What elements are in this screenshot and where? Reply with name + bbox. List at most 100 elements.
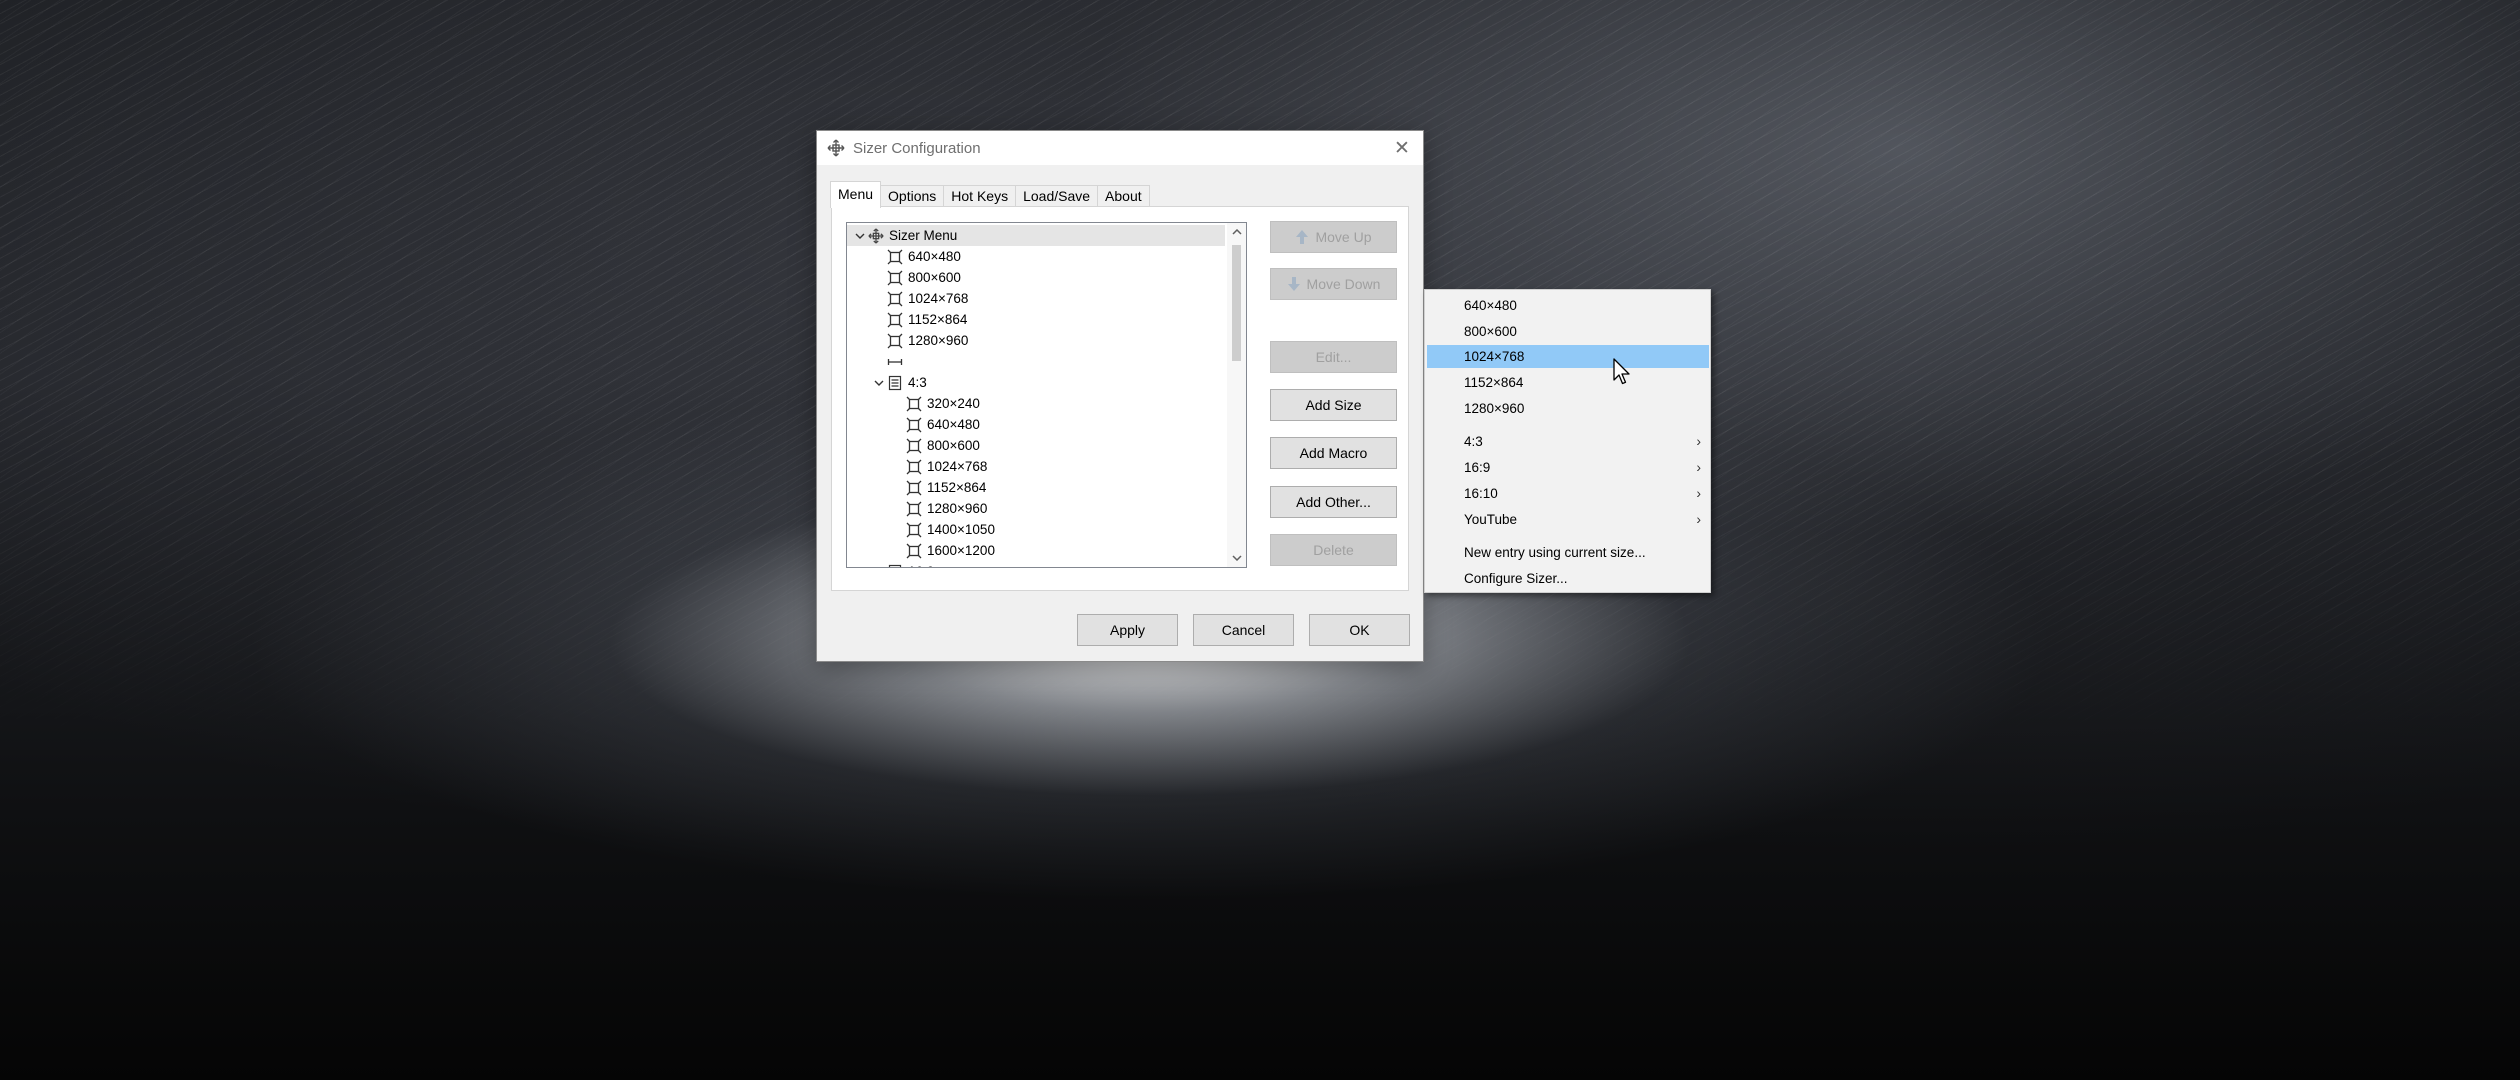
move-up-label: Move Up (1315, 229, 1372, 245)
submenu-label: YouTube (1464, 512, 1518, 527)
menu-tree[interactable]: Sizer Menu 640×480 800×600 1024×768 1152×864… (846, 222, 1247, 568)
tab-hot-keys[interactable]: Hot Keys (943, 185, 1017, 207)
tree-item[interactable]: 1152×864 (847, 309, 1225, 330)
tree-item[interactable]: 320×240 (847, 393, 1225, 414)
tree-item-label: 1152×864 (908, 312, 968, 327)
tree-item[interactable]: 800×600 (847, 435, 1225, 456)
submenu-4-3[interactable]: 4:3 › (1427, 430, 1709, 453)
tree-item-label: 16:9 (908, 564, 934, 567)
submenu-label: 16:10 (1464, 486, 1498, 501)
up-arrow-icon (1295, 229, 1309, 245)
tab-load-save[interactable]: Load/Save (1015, 185, 1099, 207)
cancel-button[interactable]: Cancel (1193, 614, 1294, 646)
menu-item-size[interactable]: 1152×864 (1427, 371, 1709, 394)
tree-item[interactable]: 1024×768 (847, 288, 1225, 309)
submenu-label: 16:9 (1464, 460, 1491, 475)
move-up-button[interactable]: Move Up (1270, 221, 1397, 253)
tree-item[interactable]: 1280×960 (847, 330, 1225, 351)
tree-item[interactable]: 640×480 (847, 414, 1225, 435)
sizer-configuration-dialog: Sizer Configuration ✕ Menu Options Hot K… (816, 130, 1424, 662)
tree-item[interactable]: 1152×864 (847, 477, 1225, 498)
tab-menu[interactable]: Menu (830, 181, 882, 208)
tree-item[interactable]: 1400×1050 (847, 519, 1225, 540)
submenu-youtube[interactable]: YouTube › (1427, 508, 1709, 531)
submenu-icon (886, 563, 904, 567)
apply-button[interactable]: Apply (1077, 614, 1178, 646)
menu-item-size-highlighted[interactable]: 1024×768 (1427, 345, 1709, 368)
resize-icon (886, 311, 904, 329)
new-entry-menu-item[interactable]: New entry using current size... (1427, 541, 1709, 564)
submenu-arrow-icon: › (1696, 511, 1701, 527)
tree-item[interactable]: 1024×768 (847, 456, 1225, 477)
menu-tab-panel: Sizer Menu 640×480 800×600 1024×768 1152×864… (831, 206, 1409, 591)
resize-icon (905, 395, 923, 413)
resize-icon (886, 332, 904, 350)
resize-icon (886, 248, 904, 266)
move-down-button[interactable]: Move Down (1270, 268, 1397, 300)
mouse-cursor-icon (1613, 358, 1630, 385)
add-other-button[interactable]: Add Other... (1270, 486, 1397, 518)
tree-item-label: 1400×1050 (927, 522, 995, 537)
submenu-16-9[interactable]: 16:9 › (1427, 456, 1709, 479)
resize-icon (905, 542, 923, 560)
tree-item[interactable] (847, 351, 1225, 372)
add-size-button[interactable]: Add Size (1270, 389, 1397, 421)
menu-item-size[interactable]: 800×600 (1427, 320, 1709, 343)
expand-chevron-icon[interactable] (872, 376, 886, 390)
menu-item-size[interactable]: 640×480 (1427, 294, 1709, 317)
tree-item-label: 1152×864 (927, 480, 987, 495)
tree-item[interactable]: 640×480 (847, 246, 1225, 267)
configure-sizer-menu-item[interactable]: Configure Sizer... (1427, 567, 1709, 590)
tree-item[interactable]: 1600×1200 (847, 540, 1225, 561)
ok-button[interactable]: OK (1309, 614, 1410, 646)
tree-item-label: 1280×960 (927, 501, 988, 516)
tree-item-label: 640×480 (927, 417, 980, 432)
expand-chevron-icon[interactable] (853, 229, 867, 243)
sizer-context-menu: 640×480 800×600 1024×768 1152×864 1280×9… (1424, 289, 1711, 593)
edit-button[interactable]: Edit... (1270, 341, 1397, 373)
menu-item-size[interactable]: 1280×960 (1427, 397, 1709, 420)
scroll-up-arrow-icon[interactable] (1227, 223, 1246, 241)
tab-about[interactable]: About (1097, 185, 1150, 207)
collapse-chevron-icon[interactable] (872, 565, 886, 568)
scroll-down-arrow-icon[interactable] (1227, 549, 1246, 567)
close-icon[interactable]: ✕ (1387, 133, 1417, 163)
add-macro-button[interactable]: Add Macro (1270, 437, 1397, 469)
tree-scrollbar[interactable] (1227, 223, 1246, 567)
sizer-app-icon (827, 139, 845, 157)
window-title: Sizer Configuration (853, 139, 981, 157)
scrollbar-thumb[interactable] (1232, 245, 1241, 361)
tree-item[interactable]: Sizer Menu (847, 225, 1225, 246)
tree-item[interactable]: 1280×960 (847, 498, 1225, 519)
tree-item-label: 800×600 (927, 438, 980, 453)
resize-icon (886, 269, 904, 287)
resize-icon (905, 500, 923, 518)
tree-item[interactable]: 16:9 (847, 561, 1225, 568)
tree-item[interactable]: 4:3 (847, 372, 1225, 393)
resize-icon (905, 521, 923, 539)
title-bar[interactable]: Sizer Configuration ✕ (817, 131, 1423, 165)
resize-icon (905, 479, 923, 497)
submenu-arrow-icon: › (1696, 459, 1701, 475)
tree-item-label: Sizer Menu (889, 228, 958, 243)
submenu-16-10[interactable]: 16:10 › (1427, 482, 1709, 505)
tree-item-label: 800×600 (908, 270, 961, 285)
tree-item-label: 320×240 (927, 396, 980, 411)
submenu-label: 4:3 (1464, 434, 1483, 449)
submenu-icon (886, 374, 904, 392)
tree-item[interactable]: 800×600 (847, 267, 1225, 288)
resize-icon (905, 458, 923, 476)
tab-options[interactable]: Options (880, 185, 945, 207)
delete-button[interactable]: Delete (1270, 534, 1397, 566)
tree-item-label: 1024×768 (927, 459, 988, 474)
